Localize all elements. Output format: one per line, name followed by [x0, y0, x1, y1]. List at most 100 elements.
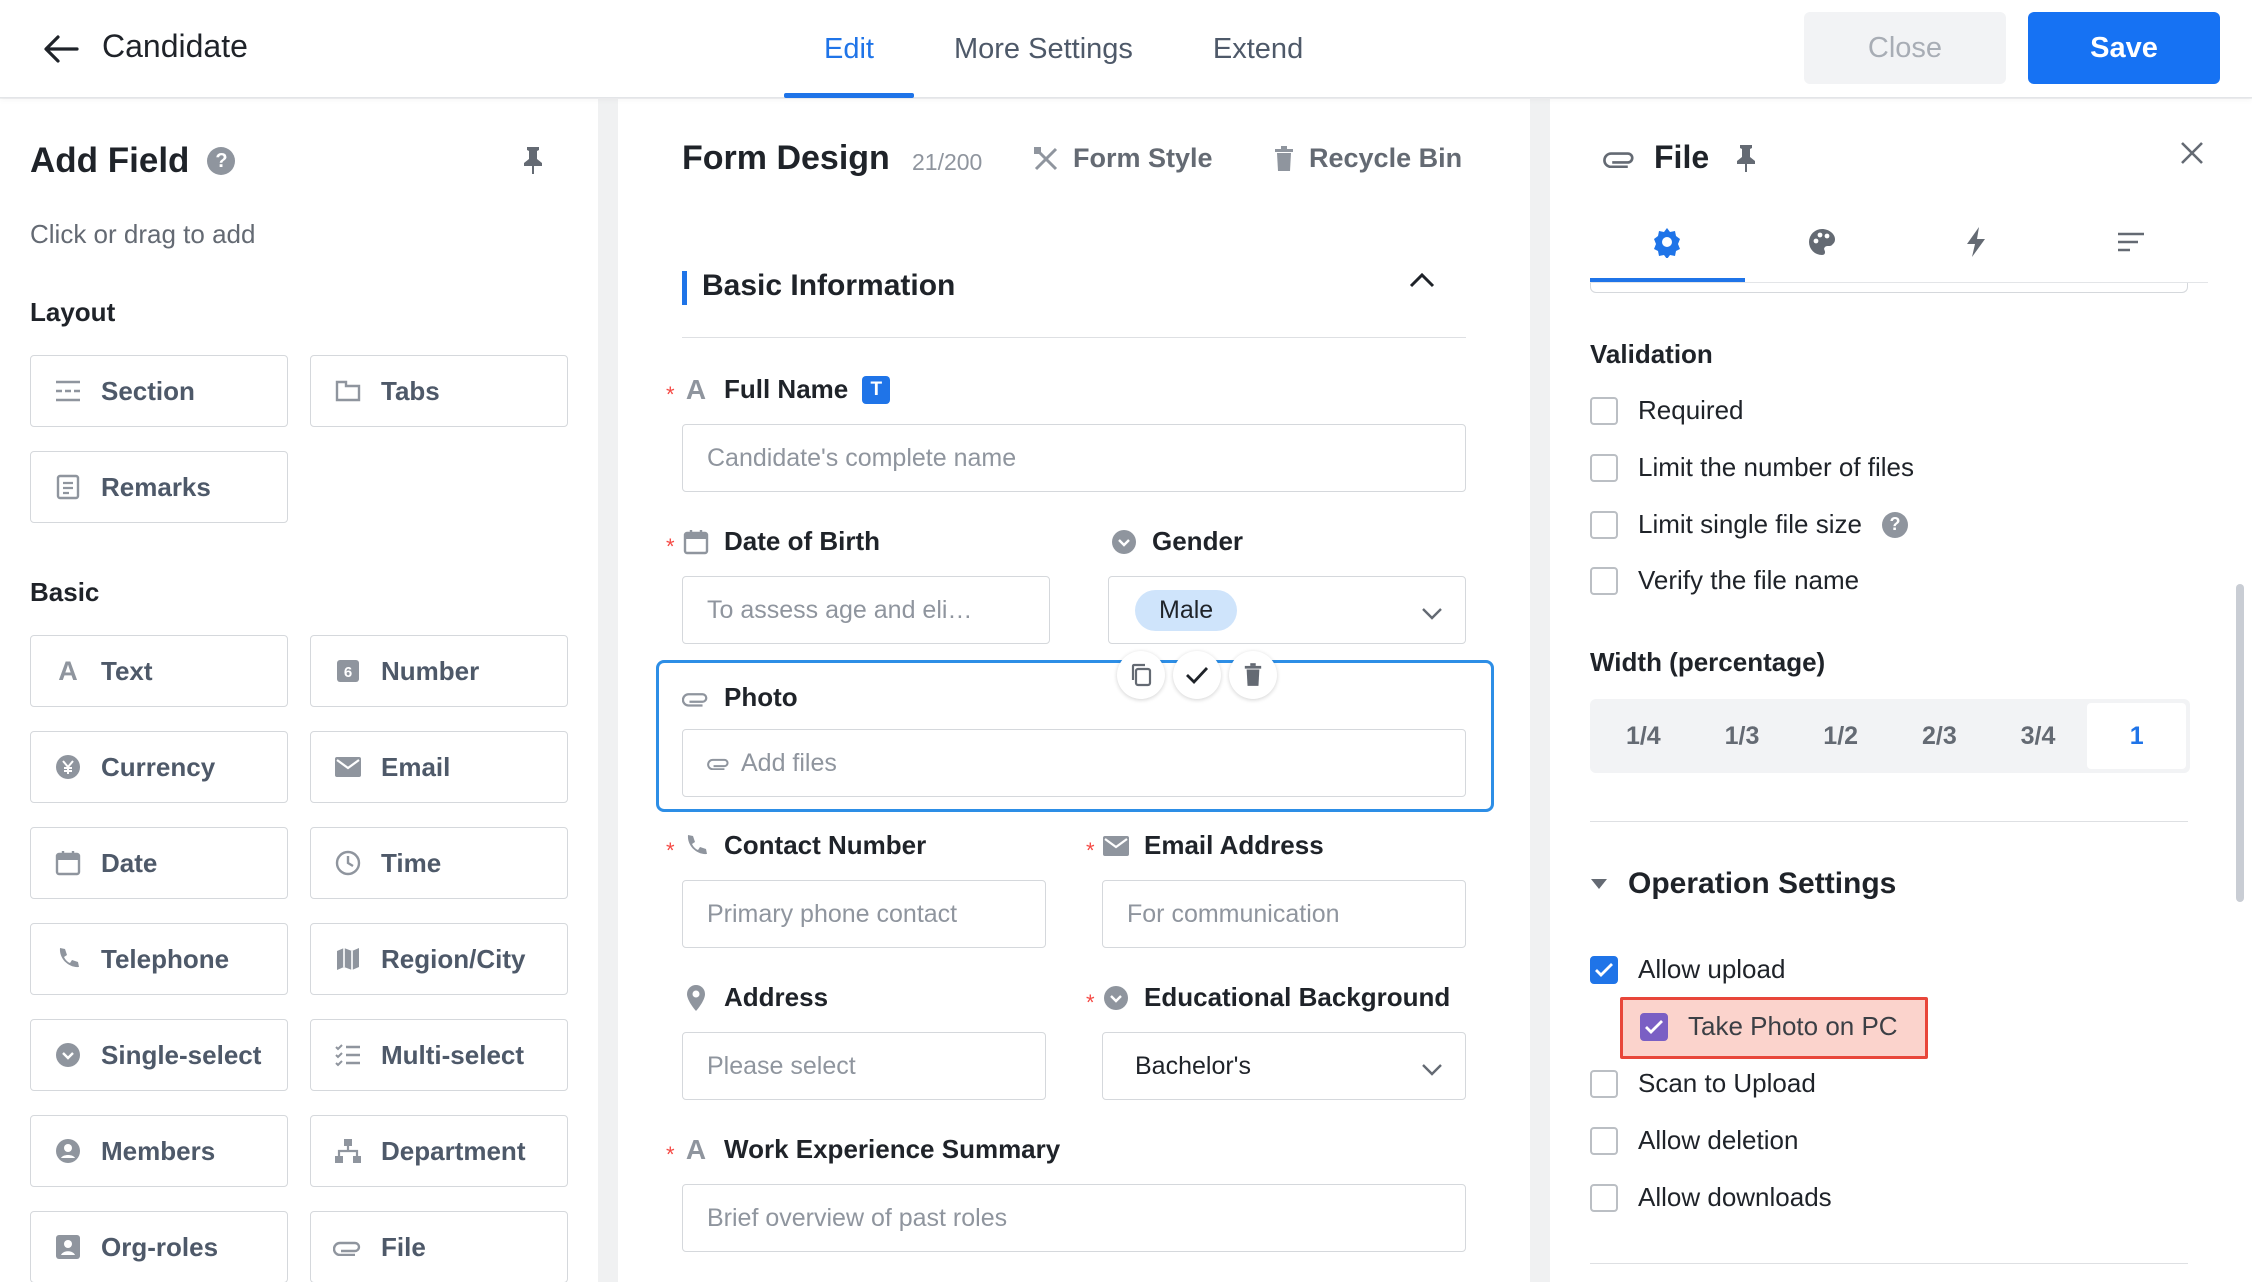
op-allow-downloads[interactable]: Allow downloads — [1590, 1182, 1832, 1213]
delete-field-button[interactable] — [1229, 651, 1277, 699]
op-allow-deletion[interactable]: Allow deletion — [1590, 1125, 1798, 1156]
email-input[interactable]: For communication — [1102, 880, 1466, 948]
field-remarks[interactable]: Remarks — [30, 451, 288, 523]
checkbox[interactable] — [1590, 396, 1618, 425]
width-option-1-2[interactable]: 1/2 — [1791, 703, 1890, 769]
gender-select[interactable]: Male — [1108, 576, 1466, 644]
copy-field-button[interactable] — [1117, 651, 1165, 699]
width-option-2-3[interactable]: 2/3 — [1890, 703, 1989, 769]
field-org-roles-label: Org-roles — [101, 1231, 219, 1262]
remarks-icon — [53, 472, 83, 502]
tab-more-settings[interactable]: More Settings — [914, 0, 1173, 98]
field-properties-panel: File Validation Required Limit the numbe… — [1550, 99, 2252, 1282]
field-region-city[interactable]: Region/City — [310, 923, 568, 995]
close-panel-button[interactable] — [2180, 141, 2204, 170]
dob-input[interactable]: To assess age and eli… — [682, 576, 1050, 644]
checkbox[interactable] — [1590, 510, 1618, 539]
contact-label-text: Contact Number — [724, 830, 927, 860]
field-number[interactable]: 6 Number — [310, 635, 568, 707]
field-section[interactable]: Section — [30, 355, 288, 427]
close-button[interactable]: Close — [1804, 12, 2006, 84]
paperclip-icon — [1603, 151, 1634, 168]
validation-limit-number[interactable]: Limit the number of files — [1590, 452, 1914, 483]
lightning-icon — [1967, 227, 1986, 257]
phone-icon — [682, 832, 710, 860]
op-allow-upload-label: Allow upload — [1638, 954, 1786, 984]
width-option-1-4[interactable]: 1/4 — [1594, 703, 1693, 769]
tab-sorting[interactable] — [2054, 209, 2209, 275]
page-title: Candidate — [102, 28, 248, 64]
tab-actions[interactable] — [1899, 209, 2054, 275]
help-icon[interactable]: ? — [1881, 511, 1908, 538]
operation-settings-toggle[interactable]: Operation Settings — [1590, 867, 1896, 901]
education-label: Educational Background — [1102, 982, 1450, 1013]
field-file[interactable]: File — [310, 1211, 568, 1282]
properties-title: File — [1654, 139, 1710, 175]
pin-button[interactable] — [522, 145, 544, 180]
field-time[interactable]: Time — [310, 827, 568, 899]
email-label: Email Address — [1102, 830, 1324, 861]
calendar-icon — [53, 848, 83, 878]
properties-scrollbar[interactable] — [2236, 584, 2244, 902]
education-select[interactable]: Bachelor's — [1102, 1032, 1466, 1100]
id-badge-icon — [53, 1232, 83, 1262]
work-input[interactable]: Brief overview of past roles — [682, 1184, 1466, 1252]
validation-required[interactable]: Required — [1590, 395, 1744, 426]
phone-icon — [53, 944, 83, 974]
op-allow-upload[interactable]: Allow upload — [1590, 954, 1785, 985]
op-allow-downloads-label: Allow downloads — [1638, 1182, 1832, 1212]
op-take-photo-pc[interactable]: Take Photo on PC — [1640, 1011, 1898, 1042]
field-multi-select[interactable]: Multi-select — [310, 1019, 568, 1091]
pin-icon[interactable] — [1735, 143, 1757, 173]
tab-edit[interactable]: Edit — [784, 0, 914, 98]
field-telephone[interactable]: Telephone — [30, 923, 288, 995]
width-option-1-3[interactable]: 1/3 — [1693, 703, 1792, 769]
back-button[interactable] — [40, 28, 82, 70]
checkbox[interactable] — [1590, 1126, 1618, 1155]
op-scan-upload[interactable]: Scan to Upload — [1590, 1068, 1816, 1099]
field-text[interactable]: A Text — [30, 635, 288, 707]
validation-verify-name[interactable]: Verify the file name — [1590, 565, 1859, 596]
width-option-full[interactable]: 1 — [2087, 703, 2187, 769]
field-tabs[interactable]: Tabs — [310, 355, 568, 427]
field-currency[interactable]: Currency — [30, 731, 288, 803]
field-email-label: Email — [381, 751, 451, 782]
checkbox-checked[interactable] — [1640, 1012, 1668, 1041]
field-email[interactable]: Email — [310, 731, 568, 803]
checkbox[interactable] — [1590, 566, 1618, 595]
checkbox[interactable] — [1590, 1183, 1618, 1212]
location-pin-icon — [682, 984, 710, 1012]
tab-basic-settings[interactable] — [1590, 209, 1745, 283]
checkbox[interactable] — [1590, 453, 1618, 482]
field-org-roles[interactable]: Org-roles — [30, 1211, 288, 1282]
field-date[interactable]: Date — [30, 827, 288, 899]
contact-input[interactable]: Primary phone contact — [682, 880, 1046, 948]
help-icon[interactable]: ? — [207, 147, 236, 175]
paperclip-icon — [333, 1232, 363, 1262]
validation-limit-size[interactable]: Limit single file size ? — [1590, 509, 1908, 540]
confirm-field-button[interactable] — [1173, 651, 1221, 699]
education-selected-value: Bachelor's — [1135, 1051, 1251, 1080]
field-department[interactable]: Department — [310, 1115, 568, 1187]
text-icon: A — [685, 373, 707, 405]
close-icon — [2181, 142, 2203, 164]
field-single-select[interactable]: Single-select — [30, 1019, 288, 1091]
field-members[interactable]: Members — [30, 1115, 288, 1187]
checkbox[interactable] — [1590, 1069, 1618, 1098]
form-style-button[interactable]: Form Style — [1033, 143, 1213, 174]
collapse-section-button[interactable] — [1408, 271, 1436, 294]
address-input[interactable]: Please select — [682, 1032, 1046, 1100]
required-mark: * — [1086, 838, 1095, 863]
save-button[interactable]: Save — [2028, 12, 2220, 84]
checkbox-checked[interactable] — [1590, 955, 1618, 984]
add-field-hint: Click or drag to add — [30, 219, 256, 249]
tab-style[interactable] — [1745, 209, 1900, 275]
photo-upload-input[interactable]: Add files — [682, 729, 1466, 797]
full-name-input[interactable]: Candidate's complete name — [682, 424, 1466, 492]
width-option-3-4[interactable]: 3/4 — [1989, 703, 2088, 769]
sort-lines-icon — [2117, 232, 2144, 252]
paperclip-icon — [707, 758, 729, 770]
chevron-down-icon — [1421, 599, 1443, 628]
recycle-bin-button[interactable]: Recycle Bin — [1273, 143, 1462, 174]
tab-extend[interactable]: Extend — [1173, 0, 1343, 98]
